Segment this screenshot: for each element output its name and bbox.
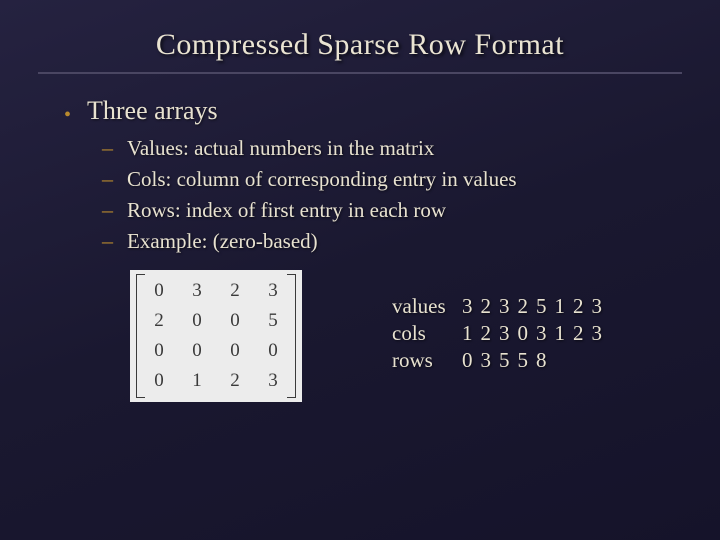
body: • Three arrays – Values: actual numbers … (0, 74, 720, 402)
dash-icon: – (102, 199, 113, 221)
dash-icon: – (102, 230, 113, 252)
cell: 0 (140, 336, 178, 366)
array-values: 12303123 (462, 321, 610, 346)
sub-text: Example: (zero-based) (127, 229, 318, 254)
rows-row: rows 03558 (392, 348, 610, 373)
sub-text: Values: actual numbers in the matrix (127, 136, 434, 161)
array-label: rows (392, 348, 462, 373)
array-values: 32325123 (462, 294, 610, 319)
bullet-dot-icon: • (64, 105, 71, 125)
bullet-item: • Three arrays (64, 96, 670, 126)
example-area: 0 3 2 3 2 0 0 5 0 0 0 0 (64, 270, 670, 402)
table-row: 0 3 2 3 (140, 276, 292, 306)
sub-item: – Example: (zero-based) (102, 229, 670, 254)
sub-item: – Rows: index of first entry in each row (102, 198, 670, 223)
cell: 2 (216, 366, 254, 396)
csr-arrays: values 32325123 cols 12303123 rows 03558 (392, 294, 610, 375)
cell: 2 (216, 276, 254, 306)
cell: 0 (216, 336, 254, 366)
cell: 1 (178, 366, 216, 396)
cell: 0 (178, 306, 216, 336)
sub-list: – Values: actual numbers in the matrix –… (102, 136, 670, 254)
slide: Compressed Sparse Row Format • Three arr… (0, 0, 720, 540)
slide-title: Compressed Sparse Row Format (0, 0, 720, 62)
array-label: values (392, 294, 462, 319)
dash-icon: – (102, 137, 113, 159)
bracket-right-icon (287, 274, 296, 398)
cell: 0 (140, 276, 178, 306)
matrix-table: 0 3 2 3 2 0 0 5 0 0 0 0 (140, 276, 292, 396)
table-row: 0 0 0 0 (140, 336, 292, 366)
sub-item: – Cols: column of corresponding entry in… (102, 167, 670, 192)
bullet-text: Three arrays (87, 96, 218, 126)
matrix: 0 3 2 3 2 0 0 5 0 0 0 0 (130, 270, 302, 402)
cell: 0 (140, 366, 178, 396)
cols-row: cols 12303123 (392, 321, 610, 346)
cell: 0 (216, 306, 254, 336)
table-row: 0 1 2 3 (140, 366, 292, 396)
values-row: values 32325123 (392, 294, 610, 319)
sub-item: – Values: actual numbers in the matrix (102, 136, 670, 161)
sub-text: Cols: column of corresponding entry in v… (127, 167, 517, 192)
array-label: cols (392, 321, 462, 346)
bracket-left-icon (136, 274, 145, 398)
table-row: 2 0 0 5 (140, 306, 292, 336)
cell: 3 (178, 276, 216, 306)
cell: 0 (178, 336, 216, 366)
sub-text: Rows: index of first entry in each row (127, 198, 446, 223)
cell: 2 (140, 306, 178, 336)
dash-icon: – (102, 168, 113, 190)
array-values: 03558 (462, 348, 555, 373)
